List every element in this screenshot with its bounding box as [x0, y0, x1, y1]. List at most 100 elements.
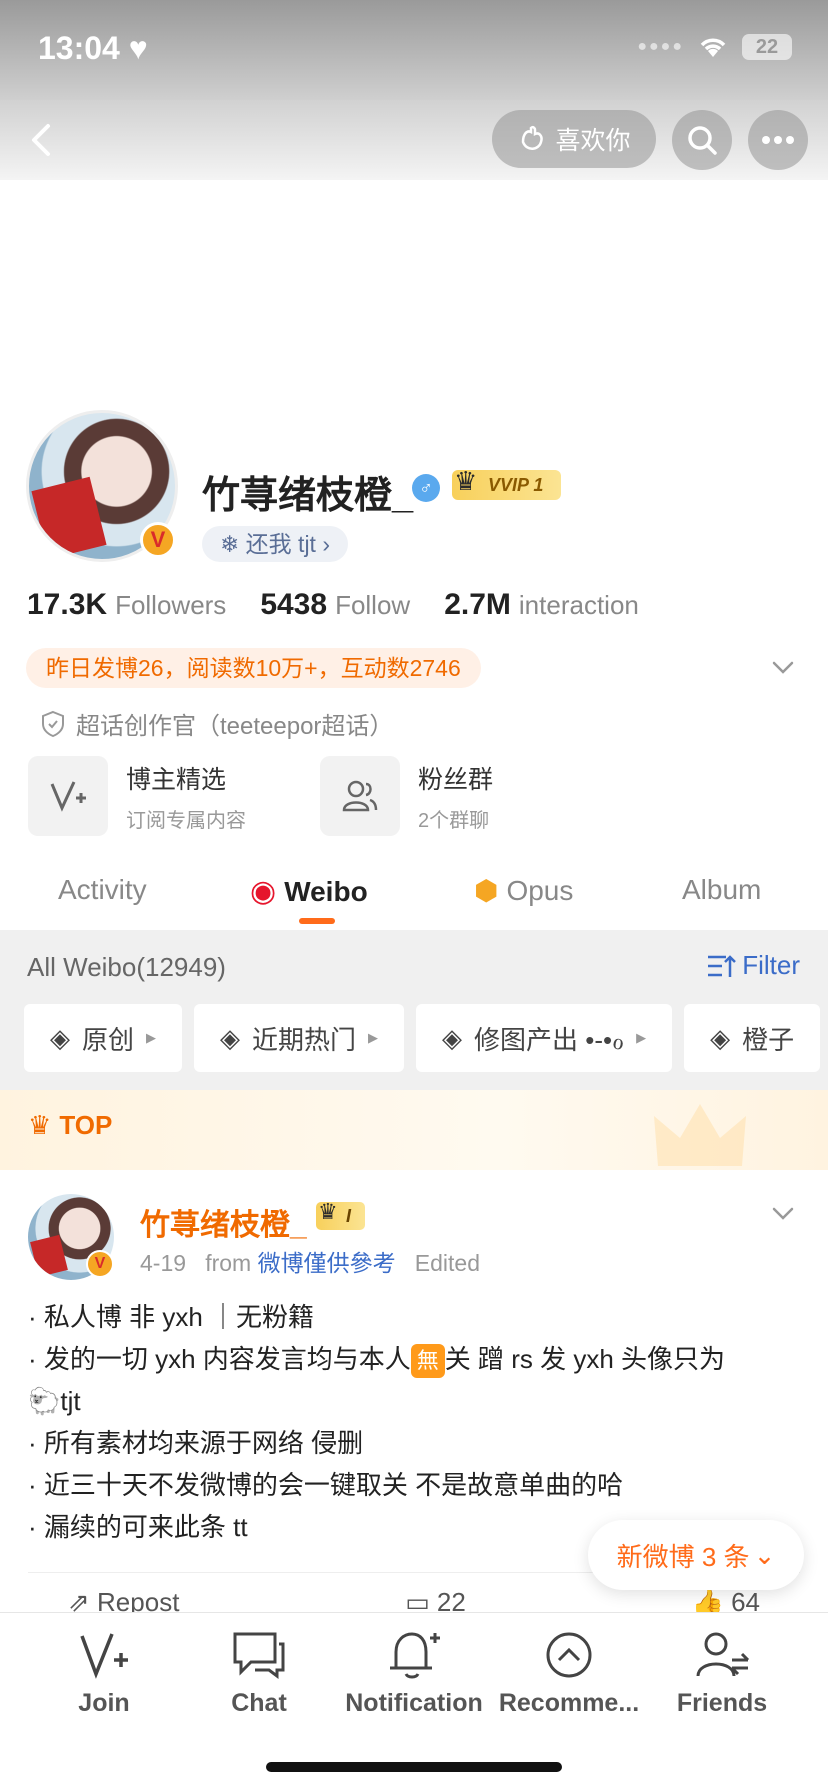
more-button[interactable] — [748, 110, 808, 170]
snowflake-icon: ❄ — [220, 531, 240, 557]
filter-chip[interactable]: ◈ 橙子 — [684, 1004, 821, 1072]
comment-button[interactable]: ▭ 22 — [405, 1587, 466, 1617]
filter-chip[interactable]: ◈ 修图产出 •-•ℴ ▶ — [416, 1004, 673, 1072]
post-line: · 所有素材均来源于网络 侵删 — [28, 1428, 364, 1458]
top-banner: ♛ TOP — [0, 1090, 828, 1170]
tab-opus[interactable]: ⬢ Opus — [474, 874, 573, 907]
heart-icon: ♥ — [128, 30, 148, 66]
friends-icon — [694, 1627, 750, 1683]
nav-notification[interactable]: Notification — [339, 1627, 489, 1718]
member-level: I — [346, 1206, 352, 1226]
male-icon: ♂ — [412, 474, 440, 502]
chevron-right-icon: › — [322, 531, 331, 557]
tab-activity[interactable]: Activity — [58, 874, 147, 906]
triangle-icon: ▶ — [368, 1030, 379, 1045]
wifi-icon — [700, 38, 726, 57]
nav-label: Friends — [676, 1689, 768, 1717]
crown-watermark-icon — [654, 1104, 746, 1166]
crown-icon: ♛ — [454, 466, 478, 496]
vvip-badge[interactable]: ♛ VVIP 1 — [452, 466, 562, 500]
back-icon[interactable] — [22, 120, 62, 160]
feature-subtitle: 2个群聊 — [418, 809, 490, 832]
new-weibo-button[interactable]: 新微博 3 条 ⌄ — [588, 1520, 804, 1590]
nav-label: Join — [78, 1689, 130, 1717]
profile-header: 喜欢你 — [0, 100, 828, 180]
bell-icon — [386, 1627, 442, 1683]
verified-badge-icon: V — [140, 522, 176, 558]
opus-icon: ⬢ — [474, 875, 499, 906]
crown-icon: ♛ — [28, 1110, 52, 1140]
stat-label: interaction — [518, 590, 639, 620]
layers-icon: ◈ — [442, 1022, 463, 1053]
nav-recommend[interactable]: Recomme... — [494, 1627, 644, 1718]
filter-chip[interactable]: ◈ 近期热门 ▶ — [194, 1004, 405, 1072]
profile-page: 13:04 ♥ ●●●● 22 喜欢你 V 竹荨绪枝橙_ ♂ ♛ VVIP 1 … — [0, 0, 828, 1792]
feature-blogger-picks[interactable]: 博主精选 订阅专属内容 — [28, 756, 246, 836]
top-label-text: TOP — [59, 1110, 113, 1140]
nav-join[interactable]: Join — [29, 1627, 179, 1718]
tab-label: Opus — [506, 874, 574, 906]
chevron-down-icon[interactable] — [770, 1200, 796, 1226]
shield-icon — [42, 710, 64, 737]
new-weibo-label: 新微博 3 条 — [616, 1541, 750, 1572]
like-you-label: 喜欢你 — [555, 127, 631, 155]
vvip-label: VVIP — [488, 475, 529, 495]
post-author[interactable]: 竹荨绪枝橙_ — [140, 1200, 307, 1244]
filter-chip[interactable]: ◈ 原创 ▶ — [24, 1004, 183, 1072]
search-button[interactable] — [672, 110, 732, 170]
nav-label: Notification — [345, 1689, 483, 1717]
sub-pill-label: 还我 tjt — [245, 531, 316, 557]
feature-title: 博主精选 — [126, 765, 227, 794]
double-chevron-down-icon: ⌄ — [753, 1539, 776, 1570]
signal-icon: ●●●● — [637, 38, 684, 55]
triangle-icon: ▶ — [636, 1030, 647, 1045]
post-source[interactable]: 微博僅供參考 — [258, 1250, 396, 1276]
post-line: · 近三十天不发微博的会一键取关 不是故意单曲的哈 — [28, 1470, 624, 1500]
follow-stat[interactable]: 5438 Follow — [260, 588, 410, 622]
post-line-text: · 发的一切 yxh 内容发言均与本人 — [28, 1344, 411, 1374]
daily-summary-pill[interactable]: 昨日发博26，阅读数10万+，互动数2746 — [26, 648, 481, 688]
feature-fan-group[interactable]: 粉丝群 2个群聊 — [320, 756, 493, 836]
triangle-icon: ▶ — [146, 1030, 157, 1045]
like-button[interactable]: 👍 64 — [691, 1587, 760, 1617]
tab-album[interactable]: Album — [682, 874, 761, 906]
nav-chat[interactable]: Chat — [184, 1627, 334, 1718]
top-label: ♛ TOP — [28, 1110, 112, 1141]
all-weibo-count: All Weibo(12949) — [27, 952, 226, 982]
creator-tag[interactable]: 超话创作官（teeteepor超话） — [40, 706, 393, 741]
followers-stat[interactable]: 17.3K Followers — [27, 588, 226, 622]
chevron-down-icon[interactable] — [770, 654, 796, 680]
profile-tabs: Activity ◉ Weibo ⬢ Opus Album — [0, 860, 828, 930]
nav-friends[interactable]: Friends — [647, 1627, 797, 1718]
stat-label: Follow — [335, 590, 411, 620]
chat-icon — [231, 1627, 287, 1683]
post-from: from — [205, 1250, 252, 1276]
chip-label: 原创 — [82, 1024, 135, 1055]
chip-label: 橙子 — [742, 1024, 795, 1055]
tab-weibo[interactable]: ◉ Weibo — [250, 874, 368, 909]
like-you-button[interactable]: 喜欢你 — [492, 110, 656, 168]
stat-number: 17.3K — [27, 588, 108, 621]
tab-label: Weibo — [284, 875, 368, 907]
nav-label: Chat — [231, 1689, 287, 1717]
filter-button[interactable]: Filter — [706, 950, 800, 981]
tab-label: Activity — [58, 874, 147, 905]
sheep-emoji-icon: 🐑 — [28, 1386, 61, 1416]
filter-section: All Weibo(12949) Filter ◈ 原创 ▶ ◈ 近期热门 ▶ … — [0, 930, 828, 1090]
crown-icon: ♛ — [318, 1199, 338, 1224]
repost-button[interactable]: ⇗ Repost — [68, 1587, 179, 1617]
status-time: 13:04 ♥ — [38, 30, 148, 67]
hand-heart-icon — [522, 125, 544, 150]
stat-number: 5438 — [260, 588, 328, 621]
creator-tag-label: 超话创作官（teeteepor超话） — [76, 713, 394, 740]
stat-label: Followers — [115, 590, 227, 620]
nav-label: Recomme... — [498, 1689, 640, 1717]
layers-icon: ◈ — [220, 1022, 241, 1053]
tab-active-indicator — [299, 918, 335, 924]
battery-icon: 22 — [742, 34, 792, 60]
interaction-stat[interactable]: 2.7M interaction — [444, 588, 639, 622]
status-icons: ●●●● 22 — [637, 34, 792, 60]
profile-sub-pill[interactable]: ❄ 还我 tjt › — [202, 526, 349, 562]
post-line: 🐑tjt — [28, 1380, 808, 1422]
tab-label: Album — [682, 874, 762, 905]
